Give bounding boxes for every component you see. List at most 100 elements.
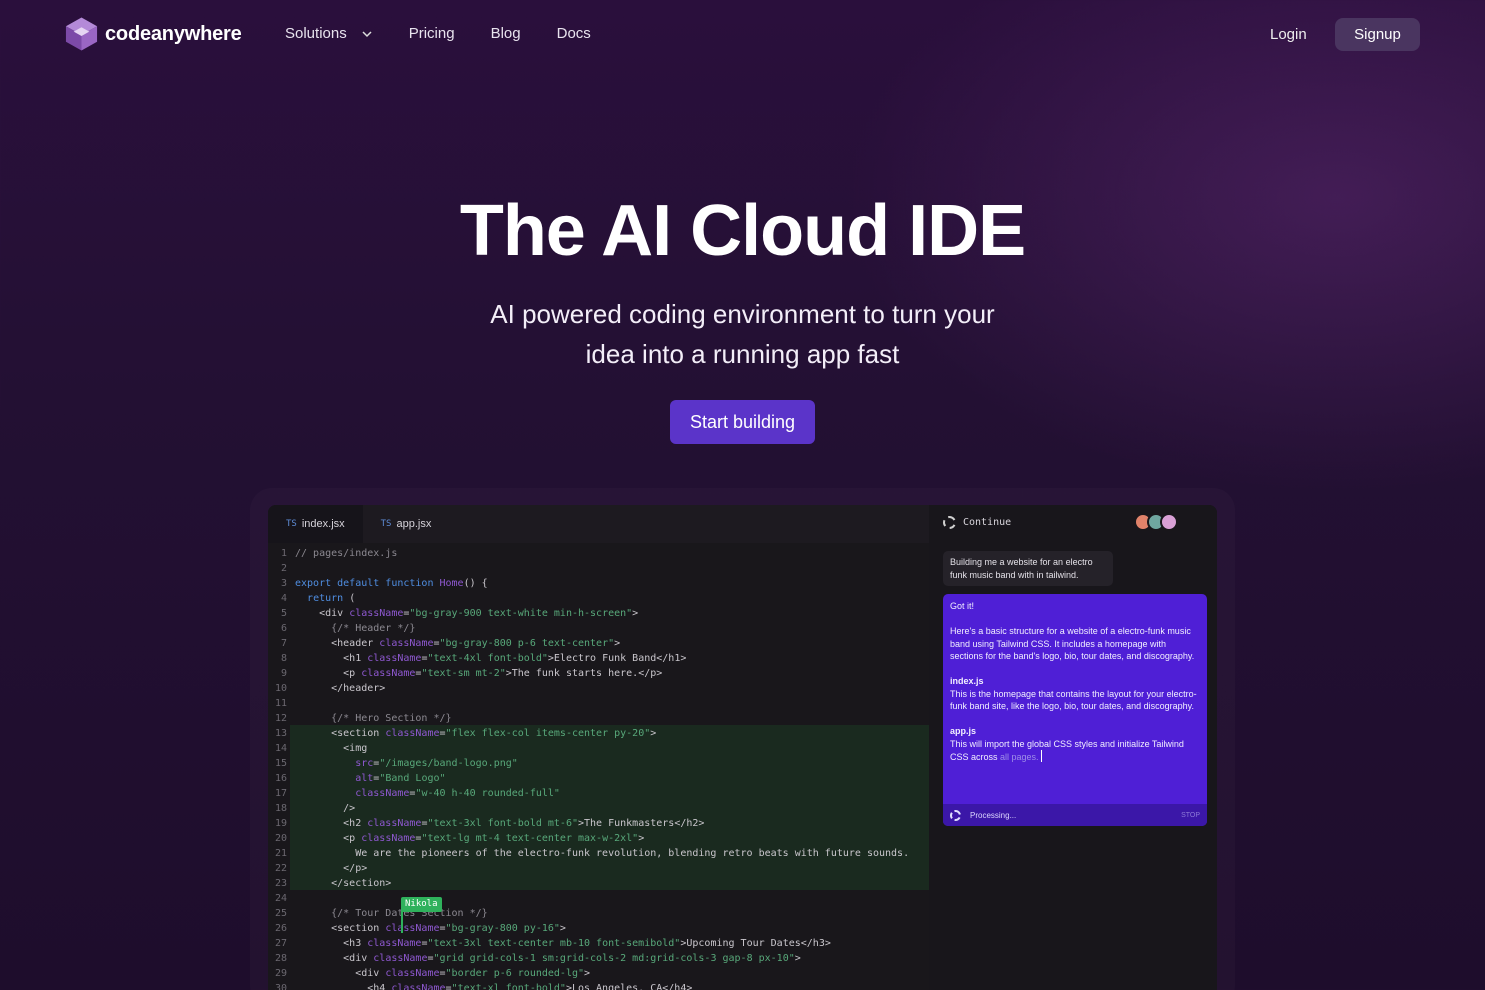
start-building-button[interactable]: Start building (670, 400, 815, 444)
line-number: 17 (274, 788, 287, 799)
line-content: <div className="bg-gray-900 text-white m… (290, 606, 638, 621)
line-number: 12 (274, 713, 287, 724)
line-content: <h1 className="text-4xl font-bold">Elect… (290, 651, 686, 666)
line-content: <section className="flex flex-col items-… (290, 726, 656, 741)
code-area[interactable]: 1// pages/index.js 2 3 export default funct… (268, 546, 929, 990)
line-number: 1 (280, 548, 287, 559)
code-token: className (385, 968, 440, 979)
cube-logo-icon (65, 17, 98, 51)
line-number: 15 (274, 758, 287, 769)
typescript-icon: TS (286, 519, 297, 529)
line-number: 25 (274, 908, 287, 919)
code-token: > (632, 608, 639, 619)
code-token: {/* Tour Dates Section */} (295, 908, 488, 919)
code-line: 29 <div className="border p-6 rounded-lg… (268, 966, 929, 981)
code-token: "bg-gray-800 p-6 text-center" (439, 638, 615, 649)
code-token: <h3 (295, 938, 368, 949)
file-description: This is the homepage that contains the l… (950, 688, 1197, 712)
code-token: "text-xl font-bold" (451, 983, 566, 990)
logo[interactable]: codeanywhere (64, 16, 242, 52)
code-token: "w-40 h-40 rounded-full" (415, 788, 560, 799)
line-number: 10 (274, 683, 287, 694)
code-token: We are the pioneers of the electro-funk … (295, 848, 910, 859)
line-content: // pages/index.js (290, 546, 397, 561)
code-token: className (379, 638, 434, 649)
line-content: </section> (290, 876, 391, 891)
code-token: "/images/band-logo.png" (379, 758, 518, 769)
code-line: 18 /> (268, 801, 929, 816)
code-token: className (349, 608, 404, 619)
line-number: 19 (274, 818, 287, 829)
streaming-text: all pages. (1000, 752, 1039, 762)
code-line: 20 <p className="text-lg mt-4 text-cente… (268, 831, 929, 846)
line-number: 26 (274, 923, 287, 934)
line-number: 24 (274, 893, 287, 904)
line-number: 20 (274, 833, 287, 844)
file-description: This will import the global CSS styles a… (950, 738, 1184, 763)
code-token: className (385, 728, 440, 739)
line-content: export default function Home() { (290, 576, 488, 591)
code-token: >The Funkmasters</h2> (577, 818, 705, 829)
line-number: 18 (274, 803, 287, 814)
signup-button[interactable]: Signup (1335, 18, 1420, 51)
line-number: 2 (280, 563, 287, 574)
tab-app-jsx[interactable]: TS app.jsx (363, 505, 450, 543)
code-line: 16 alt="Band Logo" (268, 771, 929, 786)
line-number: 6 (280, 623, 287, 634)
nav-pricing[interactable]: Pricing (409, 25, 455, 42)
line-number: 5 (280, 608, 287, 619)
line-number: 11 (274, 698, 287, 709)
code-token: () { (463, 578, 488, 589)
code-token: alt (355, 773, 374, 784)
code-token: > (650, 728, 657, 739)
code-token: "text-4xl font-bold" (427, 653, 548, 664)
code-line: 13 <section className="flex flex-col ite… (268, 726, 929, 741)
code-line: 25 {/* Tour Dates Section */} (268, 906, 929, 921)
code-token: src (355, 758, 374, 769)
processing-status: Processing... (970, 810, 1017, 820)
line-number: 3 (280, 578, 287, 589)
code-line: 8 <h1 className="text-4xl font-bold">Ele… (268, 651, 929, 666)
line-content: </header> (290, 681, 385, 696)
code-token: "Band Logo" (379, 773, 446, 784)
code-token: className (391, 983, 446, 990)
nav-links: Solutions Pricing Blog Docs (285, 25, 627, 42)
code-token: {/* Header */} (295, 623, 416, 634)
code-token: className (355, 788, 410, 799)
code-token: <h1 (295, 653, 368, 664)
line-content: {/* Hero Section */} (290, 711, 451, 726)
stop-button[interactable]: STOP (1181, 812, 1200, 819)
code-token: "text-sm mt-2" (421, 668, 506, 679)
code-token: return (307, 593, 344, 604)
code-line: 14 <img (268, 741, 929, 756)
nav-blog[interactable]: Blog (491, 25, 521, 42)
code-line: 26 <section className="bg-gray-800 py-16… (268, 921, 929, 936)
code-token: > (584, 968, 591, 979)
line-content: className="w-40 h-40 rounded-full" (290, 786, 560, 801)
code-token: <h2 (295, 818, 368, 829)
code-token: > (559, 923, 566, 934)
code-token: <h4 (295, 983, 392, 990)
code-token: className (373, 953, 428, 964)
line-number: 9 (280, 668, 287, 679)
line-content: </p> (290, 861, 367, 876)
nav-docs[interactable]: Docs (557, 25, 591, 42)
ide-preview: TS index.jsx TS app.jsx 1 // pages/index.… (268, 505, 1217, 990)
line-content: {/* Header */} (290, 621, 415, 636)
code-line: 27 <h3 className="text-3xl text-center m… (268, 936, 929, 951)
tab-index-jsx[interactable]: TS index.jsx (268, 505, 363, 543)
avatar[interactable] (1160, 513, 1178, 531)
line-number: 7 (280, 638, 287, 649)
nav-solutions[interactable]: Solutions (285, 25, 373, 42)
hero-subtitle: AI powered coding environment to turn yo… (0, 294, 1485, 374)
login-link[interactable]: Login (1270, 26, 1307, 43)
code-token: <div (295, 608, 350, 619)
code-line: 12 {/* Hero Section */} (268, 711, 929, 726)
line-number: 4 (280, 593, 287, 604)
chat-header: Continue (943, 516, 1011, 529)
code-line: 11 (268, 696, 929, 711)
code-line: 17 className="w-40 h-40 rounded-full" (268, 786, 929, 801)
line-number: 8 (280, 653, 287, 664)
